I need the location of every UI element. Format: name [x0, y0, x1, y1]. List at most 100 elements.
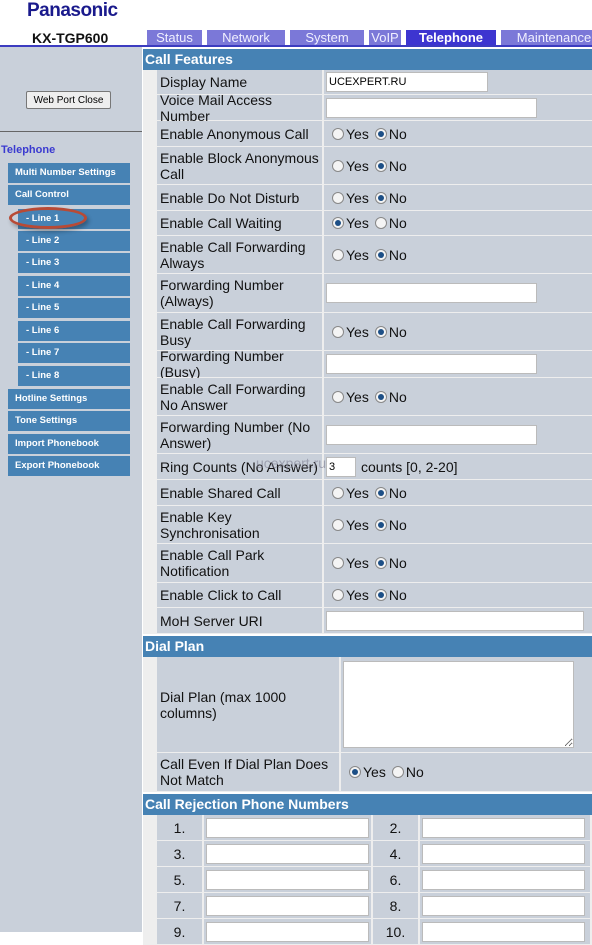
- voice-mail-access-number-input[interactable]: [326, 97, 537, 118]
- sidebar-item-hotline-settings[interactable]: Hotline Settings: [8, 389, 130, 409]
- forwarding-number-always-input[interactable]: [326, 283, 537, 303]
- form-row: Enable Click to Call Yes No: [143, 583, 592, 608]
- radio-yes[interactable]: [332, 127, 344, 140]
- row-gutter: [143, 274, 157, 312]
- sidebar-item-line-3[interactable]: - Line 3: [18, 253, 130, 273]
- radio-no[interactable]: [374, 486, 387, 499]
- moh-server-uri-input[interactable]: [326, 610, 584, 631]
- rejection-number-input-2[interactable]: [422, 817, 585, 838]
- sidebar-item-call-control[interactable]: Call Control: [8, 185, 130, 205]
- radio-yes[interactable]: [332, 325, 344, 338]
- dial-plan-textarea[interactable]: [343, 661, 574, 748]
- row-gutter: [143, 867, 157, 892]
- radio-yes[interactable]: [332, 486, 344, 499]
- rejection-number-cell: [204, 893, 371, 918]
- radio-no[interactable]: [391, 766, 404, 778]
- yes-label: Yes: [346, 388, 369, 405]
- rejection-number-input-7[interactable]: [206, 895, 369, 916]
- enable-key-synchronisation-value: Yes No: [324, 506, 592, 543]
- row-gutter: [143, 544, 157, 582]
- sidebar-item-line-4[interactable]: - Line 4: [18, 276, 130, 296]
- rejection-number-input-4[interactable]: [422, 843, 585, 864]
- row-gutter: [143, 893, 157, 918]
- rejection-row: 5. 6.: [143, 867, 592, 893]
- forwarding-number-no-answer-input[interactable]: [326, 424, 537, 445]
- radio-yes[interactable]: [332, 518, 344, 531]
- radio-yes[interactable]: [349, 766, 361, 778]
- enable-key-synchronisation-label: Enable Key Synchronisation: [157, 506, 322, 543]
- rejection-row: 7. 8.: [143, 893, 592, 919]
- radio-no[interactable]: [374, 390, 387, 403]
- yes-label: Yes: [346, 323, 369, 340]
- radio-yes[interactable]: [332, 248, 344, 261]
- row-gutter: [143, 95, 157, 120]
- sidebar-item-line-6[interactable]: - Line 6: [18, 321, 130, 341]
- enable-call-park-notification-value: Yes No: [324, 544, 592, 582]
- radio-yes[interactable]: [332, 589, 344, 601]
- radio-yes[interactable]: [332, 159, 344, 172]
- rejection-number-input-5[interactable]: [206, 869, 369, 890]
- form-row: Enable Anonymous Call Yes No: [143, 121, 592, 147]
- row-gutter: [143, 841, 157, 866]
- no-label: No: [388, 555, 407, 571]
- display-name-input[interactable]: [326, 72, 488, 92]
- tab-telephone[interactable]: Telephone: [406, 30, 496, 45]
- rejection-number-cell: [420, 815, 590, 840]
- tab-maintenance[interactable]: Maintenance: [501, 30, 592, 45]
- forwarding-number-busy-input[interactable]: [326, 354, 537, 374]
- rejection-number-cell: [204, 815, 371, 840]
- enable-call-forwarding-no-answer-value: Yes No: [324, 378, 592, 415]
- forwarding-number-always-label: Forwarding Number (Always): [157, 274, 322, 312]
- sidebar-item-import-phonebook[interactable]: Import Phonebook: [8, 434, 130, 454]
- call-features-header: Call Features: [143, 49, 592, 70]
- radio-no[interactable]: [374, 589, 387, 601]
- tab-voip[interactable]: VoIP: [369, 30, 401, 45]
- sidebar-item-line-8[interactable]: - Line 8: [18, 366, 130, 386]
- ring-counts-no-answer-input[interactable]: [326, 456, 356, 477]
- row-gutter: [143, 657, 157, 752]
- sidebar-item-line-2[interactable]: - Line 2: [18, 231, 130, 251]
- yes-label: Yes: [346, 215, 369, 231]
- sidebar-item-tone-settings[interactable]: Tone Settings: [8, 411, 130, 431]
- radio-no[interactable]: [374, 191, 387, 204]
- web-port-close-button[interactable]: Web Port Close: [26, 91, 111, 109]
- form-row: Enable Do Not Disturb Yes No: [143, 185, 592, 211]
- yes-label: Yes: [346, 516, 369, 533]
- radio-no[interactable]: [374, 518, 387, 531]
- enable-shared-call-label: Enable Shared Call: [157, 480, 322, 505]
- rejection-number-input-8[interactable]: [422, 895, 585, 916]
- radio-no[interactable]: [374, 159, 387, 172]
- row-gutter: [143, 351, 157, 377]
- radio-yes[interactable]: [332, 217, 344, 229]
- rejection-number-input-6[interactable]: [422, 869, 585, 890]
- enable-call-waiting-value: Yes No: [324, 211, 592, 235]
- row-gutter: [143, 313, 157, 350]
- sidebar-item-line-5[interactable]: - Line 5: [18, 298, 130, 318]
- radio-no[interactable]: [374, 248, 387, 261]
- rejection-number-cell: [204, 841, 371, 866]
- form-row: Enable Call Park Notification Yes No: [143, 544, 592, 583]
- rejection-number-input-3[interactable]: [206, 843, 369, 864]
- sidebar-item-export-phonebook[interactable]: Export Phonebook: [8, 456, 130, 476]
- radio-no[interactable]: [374, 325, 387, 338]
- radio-yes[interactable]: [332, 390, 344, 403]
- tab-system[interactable]: System: [290, 30, 364, 45]
- rejection-number-cell: [204, 867, 371, 892]
- panasonic-logo: Panasonic: [27, 0, 118, 21]
- rejection-number-input-1[interactable]: [206, 817, 369, 838]
- radio-no[interactable]: [374, 217, 387, 229]
- radio-yes[interactable]: [332, 191, 344, 204]
- sidebar-item-line-7[interactable]: - Line 7: [18, 343, 130, 363]
- radio-no[interactable]: [374, 127, 387, 140]
- sidebar-item-multi-number-settings[interactable]: Multi Number Settings: [8, 163, 130, 183]
- tab-network[interactable]: Network: [207, 30, 285, 45]
- radio-no[interactable]: [374, 557, 387, 569]
- form-row: Forwarding Number (No Answer): [143, 416, 592, 454]
- no-label: No: [388, 189, 407, 206]
- rejection-number-label: 3.: [157, 841, 202, 866]
- sidebar-title: Telephone: [1, 144, 56, 156]
- tab-status[interactable]: Status: [147, 30, 202, 45]
- radio-yes[interactable]: [332, 557, 344, 569]
- enable-call-forwarding-busy-value: Yes No: [324, 313, 592, 350]
- row-gutter: [143, 147, 157, 184]
